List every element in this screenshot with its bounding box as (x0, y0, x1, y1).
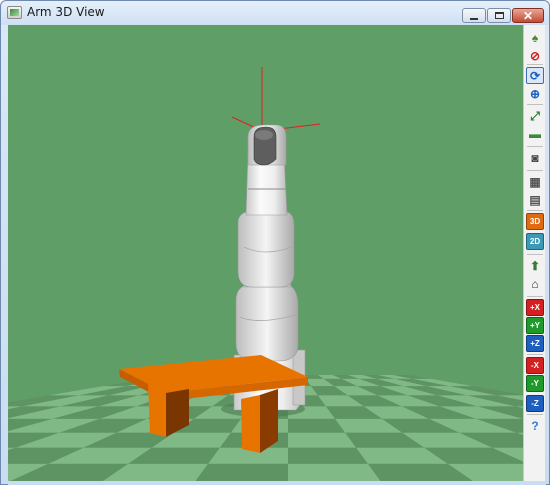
help-icon: ? (531, 418, 539, 433)
camera-button[interactable]: ◙ (526, 149, 544, 166)
axis-view-icon: ⬆ (529, 258, 541, 273)
close-button[interactable]: ✕ (512, 8, 544, 23)
plus-z-view-button[interactable]: +Z (526, 335, 544, 352)
toolbar-separator (527, 104, 543, 105)
view-2d-icon: 2D (529, 236, 541, 246)
toolbar-separator (527, 296, 543, 297)
movie-icon: ▤ (529, 192, 541, 207)
ruler-icon: ▬ (529, 126, 541, 141)
record-button[interactable]: ▦ (526, 173, 544, 190)
minimize-icon (470, 17, 478, 20)
minus-y-view-button[interactable]: -Y (526, 375, 544, 392)
no-collision-icon: ⊘ (529, 48, 541, 63)
maximize-icon (494, 12, 504, 19)
pan-view-button[interactable]: ⊕ (526, 85, 544, 102)
view-3d-icon: 3D (529, 216, 541, 226)
toolbar-separator (527, 414, 543, 415)
plus-y-view-button[interactable]: +Y (526, 317, 544, 334)
window-bottom-border (8, 481, 546, 485)
view-3d-button[interactable]: 3D (526, 213, 544, 230)
toolbar-separator (527, 354, 543, 355)
minus-x-view-icon: -X (531, 360, 539, 370)
record-icon: ▦ (529, 174, 541, 189)
floor-tile (288, 432, 357, 448)
fit-view-icon: ⤢ (530, 108, 540, 123)
app-window: Arm 3D View ✕ ♠ ⊘ ⟳ ⊕ ⤢ ▬ ◙ ▦ ▤ 3D 2D ⬆ … (0, 0, 550, 485)
home-view-button[interactable]: ⌂ (526, 275, 544, 292)
plus-x-view-button[interactable]: +X (526, 299, 544, 316)
title-bar[interactable]: Arm 3D View ✕ (1, 1, 549, 25)
fit-view-button[interactable]: ⤢ (526, 107, 544, 124)
table-leg-right (241, 395, 260, 453)
floor-tile (288, 447, 368, 464)
home-view-icon: ⌂ (531, 276, 539, 291)
floor-tile (195, 463, 288, 481)
pan-view-icon: ⊕ (529, 86, 541, 101)
minus-y-view-icon: -Y (531, 378, 539, 388)
maximize-button[interactable] (487, 8, 511, 23)
view-2d-button[interactable]: 2D (526, 233, 544, 250)
toolbar-separator (527, 210, 543, 211)
teapot-icon: ♠ (531, 30, 539, 45)
rotate-view-icon: ⟳ (529, 68, 541, 83)
floor-tile (288, 463, 381, 481)
close-icon: ✕ (522, 8, 534, 23)
camera-icon: ◙ (531, 150, 539, 165)
plus-y-view-icon: +Y (529, 320, 540, 330)
minus-z-view-icon: -Z (531, 398, 539, 408)
plus-z-view-icon: +Z (530, 338, 540, 348)
minus-x-view-button[interactable]: -X (526, 357, 544, 374)
toolbar-separator (527, 254, 543, 255)
toolbar-separator (527, 146, 543, 147)
no-collision-button[interactable]: ⊘ (526, 47, 544, 64)
window-title: Arm 3D View (27, 5, 105, 19)
3d-scene[interactable] (8, 25, 523, 481)
plus-x-view-icon: +X (529, 302, 540, 312)
view-toolbar: ♠ ⊘ ⟳ ⊕ ⤢ ▬ ◙ ▦ ▤ 3D 2D ⬆ ⌂ +X +Y +Z -X -Y -Z? (523, 25, 545, 481)
axis-view-button[interactable]: ⬆ (526, 257, 544, 274)
minimize-button[interactable] (462, 8, 486, 23)
robot-shoulder-joint (235, 282, 299, 362)
minus-z-view-button[interactable]: -Z (526, 395, 544, 412)
toolbar-separator (527, 170, 543, 171)
toolbar-separator (527, 64, 543, 65)
teapot-button[interactable]: ♠ (526, 29, 544, 46)
rotate-view-button[interactable]: ⟳ (526, 67, 544, 84)
help-button[interactable]: ? (526, 417, 544, 434)
3d-viewport[interactable] (8, 25, 523, 481)
movie-button[interactable]: ▤ (526, 191, 544, 208)
ruler-button[interactable]: ▬ (526, 125, 544, 142)
app-icon (7, 6, 22, 19)
